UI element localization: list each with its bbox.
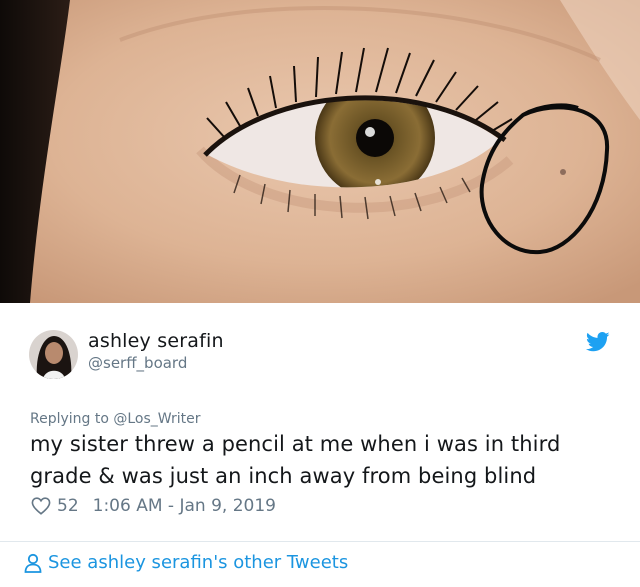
author-handle[interactable]: @serff_board <box>88 354 187 372</box>
tweet-photo[interactable] <box>0 0 640 303</box>
footer-divider <box>0 541 640 542</box>
tweet-timestamp[interactable]: 1:06 AM - Jan 9, 2019 <box>93 496 276 516</box>
see-other-tweets-label: See ashley serafin's other Tweets <box>48 552 349 573</box>
tweet-card: ashley serafin @serff_board Replying to … <box>0 0 640 587</box>
twitter-bird-icon[interactable] <box>585 331 610 353</box>
author-name[interactable]: ashley serafin <box>88 330 224 352</box>
like-count[interactable]: 52 <box>57 496 79 516</box>
avatar-image <box>29 330 78 379</box>
person-icon <box>24 553 42 573</box>
replying-to-label[interactable]: Replying to @Los_Writer <box>30 411 201 427</box>
tweet-header <box>0 303 640 403</box>
heart-icon[interactable] <box>31 497 51 515</box>
tweet-text: my sister threw a pencil at me when i wa… <box>30 432 561 488</box>
see-other-tweets-link[interactable]: See ashley serafin's other Tweets <box>24 552 348 573</box>
eye-photo-image <box>0 0 640 303</box>
tweet-meta: 52 1:06 AM - Jan 9, 2019 <box>31 495 276 517</box>
avatar[interactable] <box>29 330 78 379</box>
